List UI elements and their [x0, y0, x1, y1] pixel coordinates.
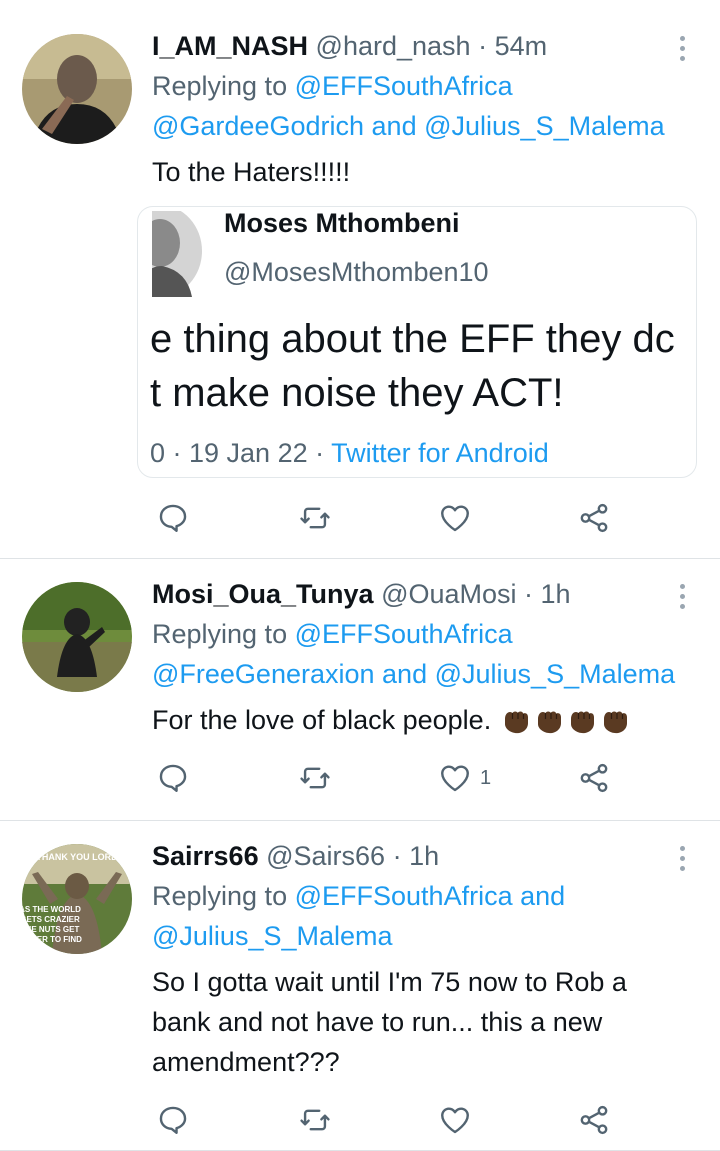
like-icon [441, 1107, 469, 1134]
tweet-text: To the Haters!!!!! [152, 157, 351, 187]
tweet-text-line-1: So I gotta wait until I'm 75 now to Rob … [152, 967, 627, 997]
share-button[interactable] [577, 758, 611, 798]
reply-button[interactable] [156, 1100, 190, 1140]
reply-button[interactable] [156, 498, 190, 538]
quoted-meta: 0 · 19 Jan 22 · [150, 438, 325, 468]
user-handle[interactable]: @Sairs66 [266, 841, 385, 871]
tweet-3[interactable]: THANK YOU LORD AS THE WORLD GETS CRAZIER… [0, 820, 720, 1151]
replying-to-label: Replying to [152, 619, 288, 649]
avatar-caption-3: THE NUTS GET [22, 925, 79, 934]
user-handle[interactable]: @OuaMosi [381, 579, 516, 609]
avatar-caption-2: GETS CRAZIER [22, 915, 80, 924]
like-button[interactable] [438, 498, 472, 538]
mention-and: and [520, 881, 566, 911]
like-icon [441, 765, 469, 792]
retweet-button[interactable] [298, 498, 332, 538]
display-name[interactable]: Sairrs66 [152, 841, 259, 871]
mention-link[interactable]: @FreeGeneraxion [152, 659, 375, 689]
user-handle[interactable]: @hard_nash [316, 31, 471, 61]
timestamp[interactable]: · 1h [524, 579, 571, 609]
avatar-caption-4: EASIER TO FIND [22, 935, 82, 944]
retweet-icon [300, 767, 330, 789]
quoted-tweet[interactable]: Moses Mthombeni @MosesMthomben10 e thing… [137, 206, 697, 478]
quoted-source-link[interactable]: Twitter for Android [331, 438, 549, 468]
display-name[interactable]: I_AM_NASH [152, 31, 308, 61]
retweet-icon [300, 1109, 330, 1131]
mention-link[interactable]: @EFFSouthAfrica [295, 71, 513, 101]
replying-to-label: Replying to [152, 71, 288, 101]
mention-and: and [371, 111, 417, 141]
raised-fist-emoji [570, 711, 594, 733]
mention-and: and [382, 659, 428, 689]
like-icon [441, 505, 469, 532]
share-icon [580, 763, 608, 793]
quoted-display-name[interactable]: Moses Mthombeni [224, 207, 460, 243]
mention-link[interactable]: @Julius_S_Malema [424, 111, 665, 141]
reply-button[interactable] [156, 758, 190, 798]
tweet-text-line-3: amendment??? [152, 1047, 340, 1077]
avatar[interactable] [22, 34, 132, 144]
mention-link[interactable]: @EFFSouthAfrica [295, 619, 513, 649]
raised-fist-emoji [603, 711, 627, 733]
timestamp[interactable]: · 1h [393, 841, 440, 871]
mention-link[interactable]: @Julius_S_Malema [435, 659, 676, 689]
avatar[interactable] [22, 582, 132, 692]
retweet-icon [300, 507, 330, 529]
replying-to-label: Replying to [152, 881, 288, 911]
tweet-text-line-2: bank and not have to run... this a new [152, 1007, 603, 1037]
tweet-text: For the love of black people. [152, 705, 492, 735]
tweet-1[interactable]: I_AM_NASH @hard_nash · 54m Replying to @… [0, 0, 720, 559]
raised-fist-emoji [537, 711, 561, 733]
timestamp[interactable]: · 54m [478, 31, 547, 61]
quoted-avatar[interactable] [152, 211, 202, 297]
quoted-text-line-1: e thing about the EFF they dc [150, 317, 675, 361]
avatar[interactable]: THANK YOU LORD AS THE WORLD GETS CRAZIER… [22, 844, 132, 954]
share-button[interactable] [577, 498, 611, 538]
retweet-button[interactable] [298, 1100, 332, 1140]
like-button[interactable] [438, 1100, 472, 1140]
mention-link[interactable]: @EFFSouthAfrica [295, 881, 513, 911]
retweet-button[interactable] [298, 758, 332, 798]
like-count: 1 [480, 766, 492, 789]
raised-fist-emoji [504, 711, 528, 733]
tweet-2[interactable]: Mosi_Oua_Tunya @OuaMosi · 1h Replying to… [0, 558, 720, 821]
share-button[interactable] [577, 1100, 611, 1140]
share-icon [580, 1105, 608, 1135]
like-button[interactable]: 1 [438, 758, 491, 798]
share-icon [580, 503, 608, 533]
avatar-caption-top: THANK YOU LORD [36, 852, 118, 862]
mention-link[interactable]: @Julius_S_Malema [152, 921, 393, 951]
avatar-caption-1: AS THE WORLD [22, 905, 81, 914]
reply-icon [159, 504, 187, 532]
display-name[interactable]: Mosi_Oua_Tunya [152, 579, 374, 609]
reply-icon [159, 764, 187, 792]
quoted-text-line-2: t make noise they ACT! [150, 371, 564, 415]
mention-link[interactable]: @GardeeGodrich [152, 111, 364, 141]
reply-icon [159, 1106, 187, 1134]
quoted-handle[interactable]: @MosesMthomben10 [224, 252, 489, 292]
